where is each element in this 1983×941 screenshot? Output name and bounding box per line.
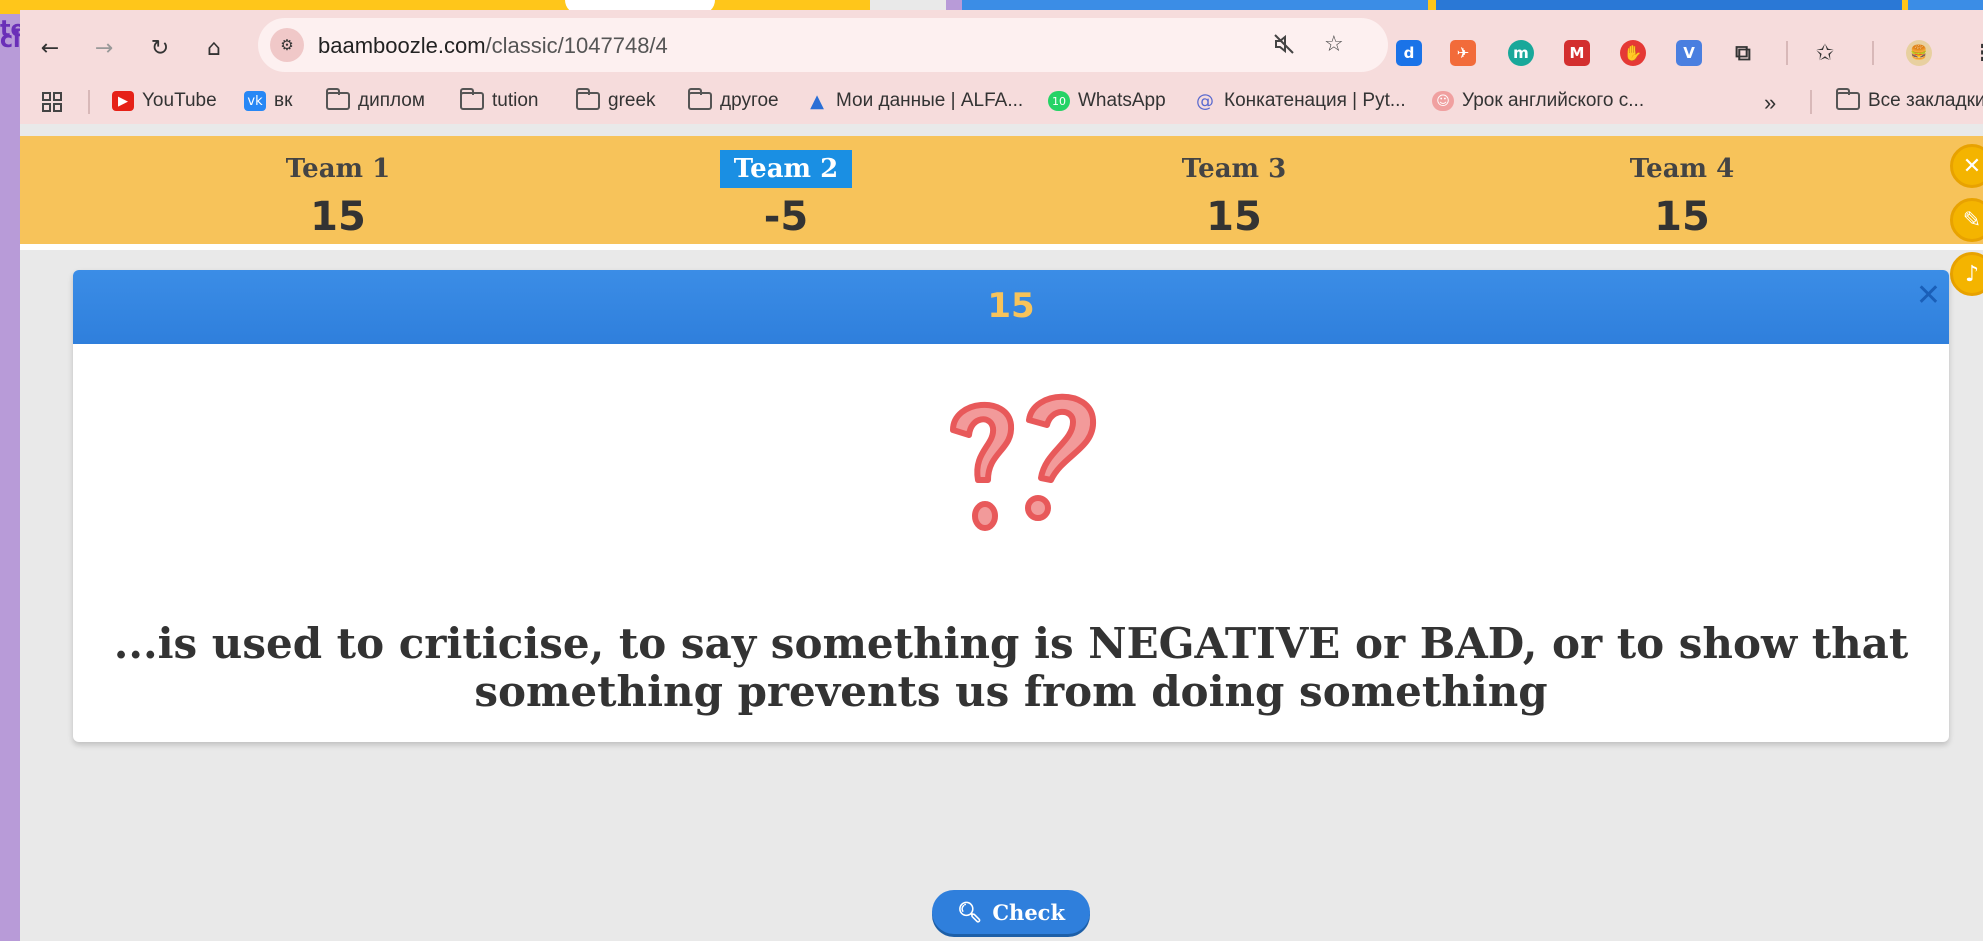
reload-icon[interactable]: ↻	[142, 30, 178, 66]
bookmark-whatsapp[interactable]: 10 WhatsApp	[1048, 90, 1166, 112]
card-points: 15	[987, 286, 1035, 326]
folder-icon	[460, 88, 484, 110]
team-1[interactable]: Team 1 15	[238, 136, 438, 240]
team-name: Team 3	[1181, 154, 1287, 184]
background-page-strip: nillion teachers cl	[0, 0, 108, 941]
bookmark-urok[interactable]: ☺ Урок английского с...	[1432, 90, 1644, 112]
extension-rocket-icon[interactable]: ✈	[1450, 40, 1476, 66]
extension-v-icon[interactable]: V	[1676, 40, 1702, 66]
toolbar-separator	[1786, 41, 1788, 65]
check-button[interactable]: 🔍︎ Check	[932, 890, 1090, 934]
bookmark-konkatenaciya[interactable]: @ Конкатенация | Pyt...	[1194, 90, 1406, 112]
muted-speaker-icon[interactable]	[1272, 32, 1296, 62]
team-name: Team 1	[285, 154, 391, 184]
close-card-icon[interactable]: ✕	[1916, 278, 1941, 313]
browser-toolbar: ← → ↻ ⌂ ⚙ baamboozle.com/classic/1047748…	[20, 10, 1983, 80]
reading-list-icon[interactable]: ✩	[1812, 40, 1838, 66]
scoreboard: Team 1 15 Team 2 -5 Team 3 15 Team 4 15	[20, 136, 1983, 250]
bookmarks-separator	[88, 90, 90, 114]
home-icon[interactable]: ⌂	[196, 30, 232, 66]
question-marks-image	[950, 393, 1097, 531]
team-name: Team 4	[1629, 154, 1735, 184]
bookmark-label: Конкатенация | Pyt...	[1224, 90, 1406, 111]
alfa-icon: ▲	[810, 90, 824, 112]
back-icon[interactable]: ←	[32, 30, 68, 66]
bookmark-label: Мои данные | ALFA...	[836, 90, 1024, 111]
site-settings-icon[interactable]: ⚙	[270, 28, 304, 62]
url-text[interactable]: baamboozle.com/classic/1047748/4	[318, 33, 668, 59]
bookmark-label: greek	[608, 90, 656, 111]
bookmark-folder-greek[interactable]: greek	[576, 88, 656, 112]
team-score: 15	[310, 194, 366, 240]
bookmark-label: tution	[492, 90, 539, 111]
folder-icon	[326, 88, 350, 110]
team-4[interactable]: Team 4 15	[1582, 136, 1782, 240]
vk-icon: vk	[244, 91, 266, 111]
team-3[interactable]: Team 3 15	[1134, 136, 1334, 240]
sound-speaker-icon[interactable]: ♪	[1950, 252, 1983, 296]
bookmark-label: WhatsApp	[1078, 90, 1166, 111]
forward-icon[interactable]: →	[86, 30, 122, 66]
whatsapp-icon: 10	[1048, 91, 1070, 111]
team-name-active: Team 2	[719, 150, 853, 188]
bookmark-label: вк	[274, 90, 293, 111]
bookmark-star-icon[interactable]: ☆	[1324, 32, 1344, 57]
bookmark-label: YouTube	[142, 90, 217, 111]
address-bar[interactable]: ⚙ baamboozle.com/classic/1047748/4 ☆	[258, 18, 1388, 72]
bookmark-folder-drugoe[interactable]: другое	[688, 88, 779, 112]
search-icon: 🔍︎	[956, 900, 983, 924]
bookmark-folder-tution[interactable]: tution	[460, 88, 539, 112]
menu-icon[interactable]: ⋮	[1970, 40, 1983, 66]
youtube-icon: ▶	[112, 91, 134, 111]
bookmark-all-folder[interactable]: Все закладки	[1836, 88, 1983, 112]
bookmark-label: диплом	[358, 90, 425, 111]
folder-icon	[1836, 88, 1860, 110]
question-text: ...is used to criticise, to say somethin…	[113, 619, 1909, 716]
folder-icon	[576, 88, 600, 110]
bookmark-vk[interactable]: vk вк	[244, 90, 292, 112]
toolbar-separator	[1872, 41, 1874, 65]
check-label: Check	[992, 899, 1066, 925]
extension-adblock-icon[interactable]: ✋	[1620, 40, 1646, 66]
background-text-fragment: cl	[0, 28, 21, 53]
card-header: 15	[73, 270, 1949, 344]
profile-avatar[interactable]: 🍔	[1906, 40, 1932, 66]
bookmarks-bar: ▶ YouTube vk вк диплом tution greek друг…	[20, 80, 1983, 124]
apps-grid-icon[interactable]	[40, 90, 64, 114]
game-area: Team 1 15 Team 2 -5 Team 3 15 Team 4 15 …	[20, 124, 1983, 941]
avatar-icon: ☺	[1432, 91, 1454, 111]
bookmarks-separator	[1810, 90, 1812, 114]
team-2[interactable]: Team 2 -5	[686, 136, 886, 240]
folder-icon	[688, 88, 712, 110]
extension-m-icon[interactable]: m	[1508, 40, 1534, 66]
bookmark-label: Урок английского с...	[1462, 90, 1645, 111]
extension-d-icon[interactable]: d	[1396, 40, 1422, 66]
team-score: -5	[763, 194, 809, 240]
bookmark-youtube[interactable]: ▶ YouTube	[112, 90, 217, 112]
bookmark-folder-diplom[interactable]: диплом	[326, 88, 425, 112]
extension-metro-icon[interactable]: M	[1564, 40, 1590, 66]
more-bookmarks-chevron-icon[interactable]: »	[1764, 90, 1776, 116]
bookmark-label: другое	[720, 90, 779, 111]
at-icon: @	[1196, 90, 1214, 112]
bookmark-label: Все закладки	[1868, 90, 1983, 111]
team-score: 15	[1206, 194, 1262, 240]
team-score: 15	[1654, 194, 1710, 240]
bookmark-alfa[interactable]: ▲ Мои данные | ALFA...	[806, 90, 1023, 112]
question-card: 15 ✕ ...is used to criticise, to say som…	[73, 270, 1949, 742]
extensions-puzzle-icon[interactable]: ⧉	[1730, 40, 1756, 66]
